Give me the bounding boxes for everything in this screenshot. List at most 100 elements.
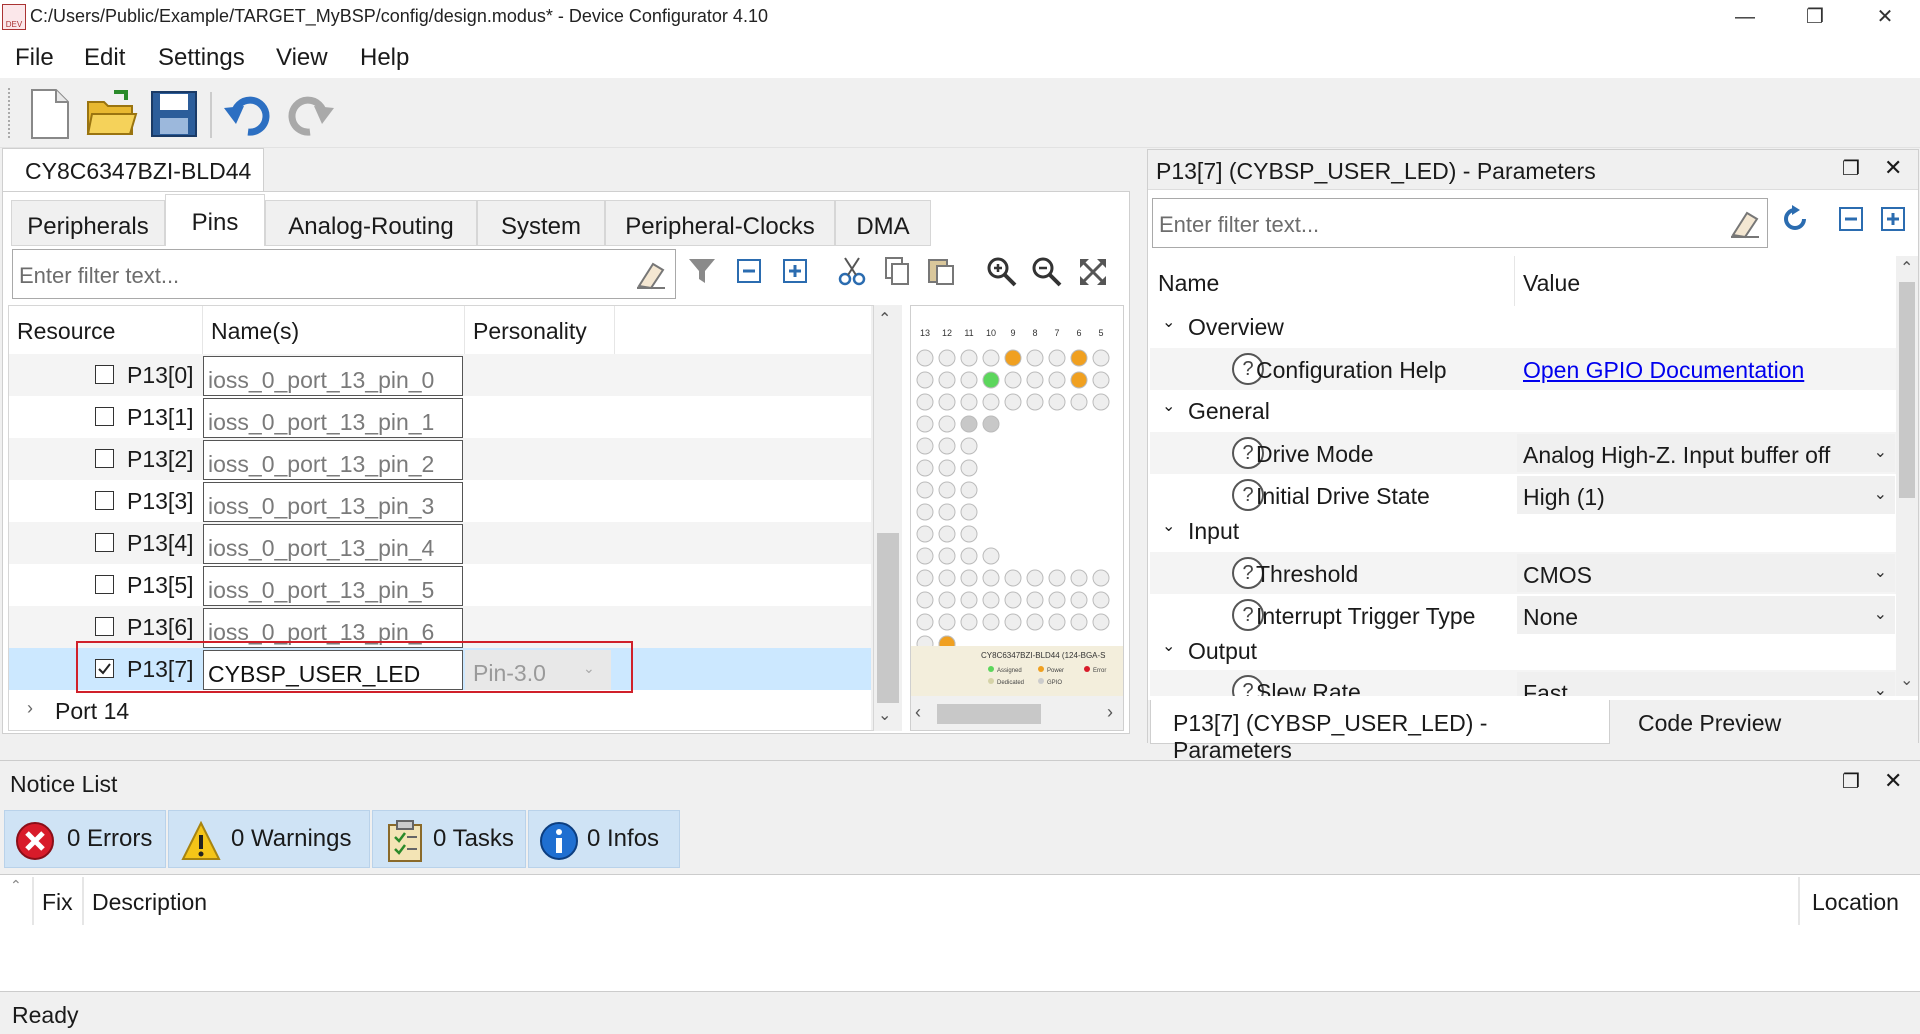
clear-filter-icon[interactable] bbox=[1729, 209, 1761, 245]
expand-all-icon[interactable] bbox=[1874, 204, 1912, 242]
device-tab[interactable]: CY8C6347BZI-BLD44 bbox=[2, 148, 264, 192]
menu-file[interactable]: File bbox=[15, 44, 54, 72]
float-panel-icon[interactable]: ❐ bbox=[1842, 156, 1860, 181]
chevron-down-icon[interactable]: ⌄ bbox=[1162, 636, 1175, 656]
chip-package-view[interactable]: 13 12 11 10 9 8 7 6 5 CY8C6347BZI-BLD44 (124-BGA-… bbox=[910, 305, 1124, 731]
pin-name-field[interactable]: ioss_0_port_13_pin_0 bbox=[203, 356, 463, 396]
tab-analog-routing[interactable]: Analog-Routing bbox=[265, 200, 477, 246]
table-row[interactable]: P13[1] ioss_0_port_13_pin_1 bbox=[9, 396, 871, 438]
pin-checkbox[interactable] bbox=[95, 617, 114, 636]
close-window-button[interactable]: ✕ bbox=[1850, 0, 1920, 36]
column-header-resource[interactable]: Resource bbox=[9, 306, 203, 354]
parameters-scrollbar[interactable]: ⌃ ⌄ bbox=[1896, 256, 1918, 696]
scroll-down-icon[interactable]: ⌄ bbox=[1900, 670, 1913, 690]
menu-settings[interactable]: Settings bbox=[158, 44, 245, 72]
gpio-documentation-link[interactable]: Open GPIO Documentation bbox=[1523, 357, 1804, 384]
table-row[interactable]: P13[0] ioss_0_port_13_pin_0 bbox=[9, 354, 871, 396]
group-input[interactable]: ⌄ Input bbox=[1150, 510, 1897, 552]
float-panel-icon[interactable]: ❐ bbox=[1842, 769, 1860, 794]
open-folder-icon[interactable] bbox=[84, 86, 140, 142]
pins-scrollbar[interactable]: ⌃ ⌄ bbox=[874, 305, 902, 731]
scroll-right-icon[interactable]: › bbox=[1107, 702, 1113, 723]
pin-checkbox[interactable] bbox=[95, 491, 114, 510]
zoom-in-icon[interactable] bbox=[983, 256, 1021, 294]
copy-icon[interactable] bbox=[878, 256, 916, 294]
tab-pins[interactable]: Pins bbox=[165, 194, 265, 246]
cut-icon[interactable] bbox=[833, 256, 871, 294]
scroll-down-icon[interactable]: ⌄ bbox=[878, 705, 891, 725]
pin-checkbox[interactable] bbox=[95, 365, 114, 384]
tab-peripheral-clocks[interactable]: Peripheral-Clocks bbox=[605, 200, 835, 246]
chevron-down-icon[interactable]: ⌄ bbox=[1162, 516, 1175, 536]
interrupt-trigger-dropdown[interactable]: None ⌄ bbox=[1517, 596, 1895, 634]
group-output[interactable]: ⌄ Output bbox=[1150, 630, 1897, 672]
table-row[interactable]: P13[5] ioss_0_port_13_pin_5 bbox=[9, 564, 871, 606]
collapse-all-icon[interactable] bbox=[1832, 204, 1870, 242]
column-header-personality[interactable]: Personality bbox=[465, 306, 615, 354]
collapse-all-icon[interactable] bbox=[730, 256, 768, 294]
filter-icon[interactable] bbox=[683, 256, 721, 294]
redo-icon[interactable] bbox=[282, 86, 338, 142]
column-header-location[interactable]: Location bbox=[1812, 889, 1899, 916]
zoom-out-icon[interactable] bbox=[1028, 256, 1066, 294]
tab-system[interactable]: System bbox=[477, 200, 605, 246]
minimize-button[interactable]: — bbox=[1710, 0, 1780, 36]
scroll-thumb[interactable] bbox=[1899, 282, 1915, 498]
chevron-down-icon[interactable]: ⌄ bbox=[1162, 312, 1175, 332]
parameters-filter-input[interactable]: Enter filter text... bbox=[1152, 198, 1768, 248]
column-header-fix[interactable]: Fix bbox=[42, 889, 73, 916]
column-header-description[interactable]: Description bbox=[92, 889, 207, 916]
slew-rate-dropdown[interactable]: Fast ⌄ bbox=[1517, 672, 1895, 696]
menu-help[interactable]: Help bbox=[360, 44, 409, 72]
pins-filter-input[interactable]: Enter filter text... bbox=[12, 249, 676, 299]
scroll-up-icon[interactable]: ⌃ bbox=[1900, 258, 1913, 278]
scroll-thumb[interactable] bbox=[877, 533, 899, 703]
scroll-up-icon[interactable]: ⌃ bbox=[878, 309, 891, 329]
reset-icon[interactable] bbox=[1776, 204, 1814, 242]
chevron-right-icon[interactable]: › bbox=[27, 698, 33, 719]
tab-peripherals[interactable]: Peripherals bbox=[11, 200, 165, 246]
clear-filter-icon[interactable] bbox=[635, 260, 667, 296]
group-overview[interactable]: ⌄ Overview bbox=[1150, 306, 1897, 348]
drive-mode-dropdown[interactable]: Analog High-Z. Input buffer off ⌄ bbox=[1517, 434, 1895, 472]
chip-scroll-thumb[interactable] bbox=[937, 704, 1041, 724]
warnings-filter-button[interactable]: 0 Warnings bbox=[168, 810, 370, 868]
chevron-down-icon[interactable]: ⌄ bbox=[1162, 396, 1175, 416]
pin-name-field[interactable]: ioss_0_port_13_pin_1 bbox=[203, 398, 463, 438]
undo-icon[interactable] bbox=[220, 86, 276, 142]
tab-parameters[interactable]: P13[7] (CYBSP_USER_LED) - Parameters bbox=[1150, 700, 1610, 763]
pin-checkbox[interactable] bbox=[95, 575, 114, 594]
table-row[interactable]: P13[2] ioss_0_port_13_pin_2 bbox=[9, 438, 871, 480]
tasks-filter-button[interactable]: 0 Tasks bbox=[372, 810, 526, 868]
close-panel-icon[interactable]: ✕ bbox=[1884, 155, 1902, 181]
expand-all-icon[interactable] bbox=[776, 256, 814, 294]
chip-pin-map[interactable]: 13 12 11 10 9 8 7 6 5 CY8C6347BZI-BLD44 (124-BGA-… bbox=[911, 306, 1124, 696]
chip-hscroll[interactable]: ‹ › bbox=[911, 696, 1123, 730]
scroll-left-icon[interactable]: ‹ bbox=[915, 702, 921, 723]
infos-filter-button[interactable]: 0 Infos bbox=[528, 810, 680, 868]
new-file-icon[interactable] bbox=[22, 86, 78, 142]
pin-checkbox[interactable] bbox=[95, 449, 114, 468]
pin-name-field[interactable]: ioss_0_port_13_pin_3 bbox=[203, 482, 463, 522]
fit-view-icon[interactable] bbox=[1074, 256, 1112, 294]
close-panel-icon[interactable]: ✕ bbox=[1884, 768, 1902, 794]
group-general[interactable]: ⌄ General bbox=[1150, 390, 1897, 432]
threshold-dropdown[interactable]: CMOS ⌄ bbox=[1517, 554, 1895, 592]
table-row[interactable]: P13[3] ioss_0_port_13_pin_3 bbox=[9, 480, 871, 522]
pin-name-field[interactable]: ioss_0_port_13_pin_4 bbox=[203, 524, 463, 564]
table-row[interactable]: P13[4] ioss_0_port_13_pin_4 bbox=[9, 522, 871, 564]
pin-checkbox[interactable] bbox=[95, 407, 114, 426]
pin-checkbox[interactable] bbox=[95, 533, 114, 552]
pin-name-field[interactable]: ioss_0_port_13_pin_2 bbox=[203, 440, 463, 480]
tab-dma[interactable]: DMA bbox=[835, 200, 931, 246]
pin-name-field[interactable]: ioss_0_port_13_pin_5 bbox=[203, 566, 463, 606]
restore-button[interactable]: ❐ bbox=[1780, 0, 1850, 36]
errors-filter-button[interactable]: 0 Errors bbox=[4, 810, 166, 868]
tab-code-preview[interactable]: Code Preview bbox=[1622, 700, 1802, 744]
port-group-row[interactable]: › Port 14 bbox=[9, 690, 871, 730]
initial-drive-state-dropdown[interactable]: High (1) ⌄ bbox=[1517, 476, 1895, 514]
paste-icon[interactable] bbox=[922, 256, 960, 294]
menu-view[interactable]: View bbox=[276, 44, 328, 72]
column-header-names[interactable]: Name(s) bbox=[203, 306, 465, 354]
save-icon[interactable] bbox=[146, 86, 202, 142]
